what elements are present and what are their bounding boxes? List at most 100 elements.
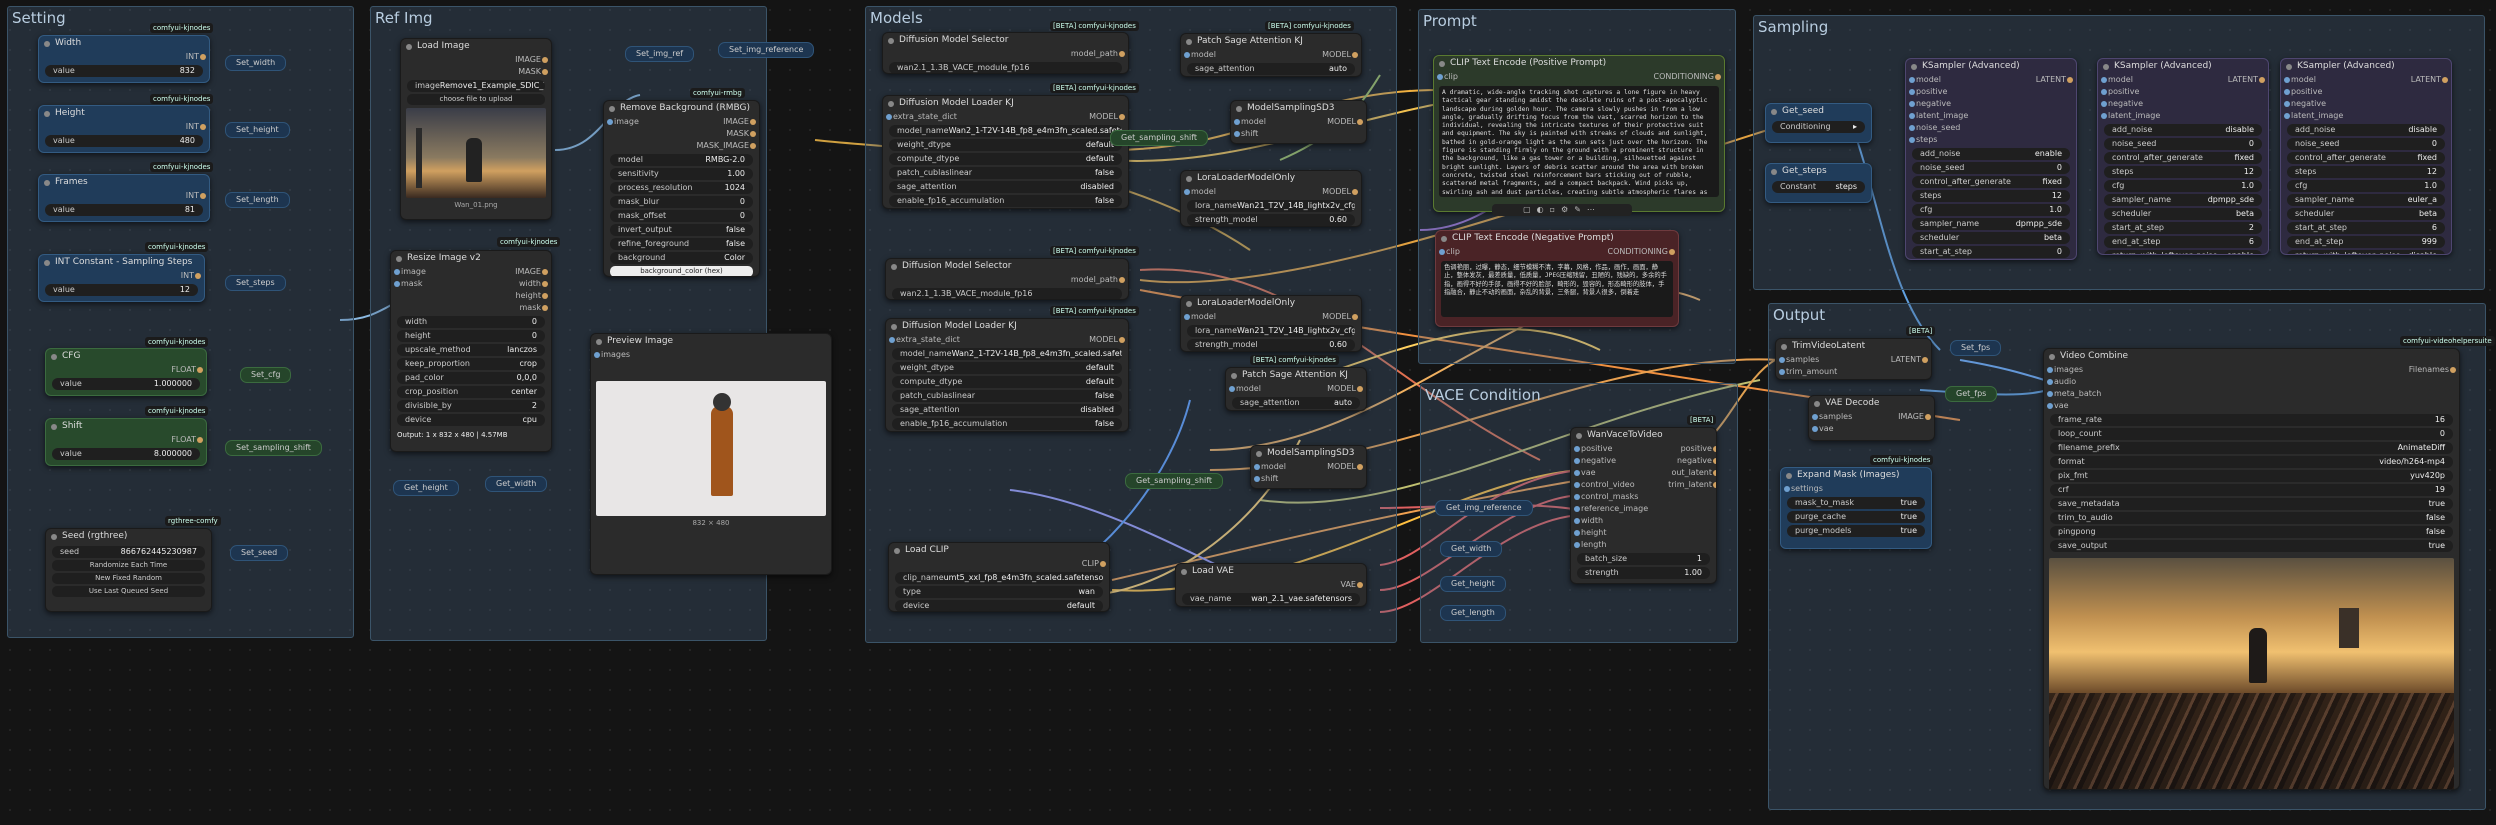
get-width-node[interactable]: Get_width [485, 476, 548, 492]
image-output[interactable]: IMAGE [401, 54, 551, 66]
widget-noise-seed[interactable]: noise_seed 0 [2104, 138, 2262, 150]
constant-widget[interactable]: Conditioning ▸ [1772, 121, 1865, 133]
widget-lora-name[interactable]: lora_nameWan21_T2V_14B_lightx2v_cfg_step… [1187, 200, 1355, 212]
widget-upscale-method[interactable]: upscale_method lanczos [397, 344, 545, 356]
model-path-output[interactable]: model_path [883, 48, 1128, 60]
widget-enable-fp16-accumulation[interactable]: enable_fp16_accumulation false [889, 195, 1122, 207]
model-select[interactable]: wan2.1_1.3B_VACE_module_fp16 [892, 288, 1122, 299]
load-vae-node[interactable]: Load VAE VAE vae_name wan_2.1_vae.safeten… [1175, 563, 1367, 607]
vae-output[interactable]: VAE [1176, 579, 1366, 591]
widget-start-at-step[interactable]: start_at_step 2 [2104, 222, 2262, 234]
widget-weight-dtype[interactable]: weight_dtype default [892, 362, 1122, 374]
reference-image-input[interactable]: reference_image [1571, 503, 1658, 515]
get-sampling-shift-node[interactable]: Get_sampling_shift [1110, 130, 1209, 146]
widget-strength-model[interactable]: strength_model 0.60 [1187, 214, 1355, 226]
set-sampling-shift-node[interactable]: Set_sampling_shift [225, 440, 322, 456]
widget-model-name[interactable]: model_name Wan2_1-T2V-14B_fp8_e4m3fn_scal… [892, 348, 1122, 360]
patch-sage-attention-1[interactable]: Patch Sage Attention KJ model MODEL sage… [1180, 33, 1362, 77]
upload-button[interactable]: choose file to upload [407, 94, 545, 105]
model-path-output[interactable]: model_path [886, 274, 1128, 286]
widget-noise-seed[interactable]: noise_seed 0 [1912, 162, 2070, 174]
widget-patch-cublaslinear[interactable]: patch_cublaslinear false [889, 167, 1122, 179]
width-node[interactable]: Width INT value 832 [38, 35, 210, 83]
trim-video-latent-node[interactable]: TrimVideoLatent LATENT samples trim_amoun… [1775, 338, 1932, 380]
widget-purge-cache[interactable]: purge_cache true [1787, 511, 1925, 523]
widget-compute-dtype[interactable]: compute_dtype default [892, 376, 1122, 388]
vae-input[interactable]: vae [2044, 400, 2459, 412]
clip-output[interactable]: CLIP [889, 558, 1109, 570]
widget-sage-attention[interactable]: sage_attention auto [1187, 63, 1355, 75]
model-input[interactable]: model [2098, 74, 2268, 86]
set-width-node[interactable]: Set_width [225, 55, 287, 71]
ksampler-advanced-2[interactable]: KSampler (Advanced) LATENT model positive… [2097, 58, 2269, 255]
steps-input[interactable]: steps [1906, 134, 2076, 146]
positive-input[interactable]: positive [2098, 86, 2268, 98]
wan-vace-to-video-node[interactable]: WanVaceToVideo positive negative vae contro… [1570, 427, 1717, 584]
frames-node[interactable]: Frames INT value 81 [38, 174, 210, 222]
preview-image-node[interactable]: Preview Image images 832 × 480 [590, 333, 832, 575]
widget-start-at-step[interactable]: start_at_step 0 [1912, 246, 2070, 258]
widget-save-metadata[interactable]: save_metadata true [2050, 498, 2453, 510]
widget-height[interactable]: height 0 [397, 330, 545, 342]
widget-strength[interactable]: strength 1.00 [1577, 567, 1710, 579]
set-fps-node[interactable]: Set_fps [1950, 340, 2002, 356]
set-img-reference-node[interactable]: Set_img_reference [718, 42, 815, 58]
widget-steps[interactable]: steps 12 [2287, 166, 2445, 178]
length-input[interactable]: length [1571, 539, 1658, 551]
widget-pix-fmt[interactable]: pix_fmt yuv420p [2050, 470, 2453, 482]
set-cfg-node[interactable]: Set_cfg [240, 367, 292, 383]
audio-input[interactable]: audio [2044, 376, 2459, 388]
vae-decode-node[interactable]: VAE Decode IMAGE samples vae [1808, 395, 1935, 441]
widget-crf[interactable]: crf 19 [2050, 484, 2453, 496]
widget-keep-proportion[interactable]: keep_proportion crop [397, 358, 545, 370]
cfg-node[interactable]: CFG FLOAT value 1.000000 [45, 348, 207, 396]
widget-cfg[interactable]: cfg 1.0 [2287, 180, 2445, 192]
positive-input[interactable]: positive [2281, 86, 2451, 98]
positive-prompt-node[interactable]: CLIP Text Encode (Positive Prompt) clip … [1433, 55, 1725, 212]
mask-output[interactable]: MASK [604, 128, 759, 140]
widget-cfg[interactable]: cfg 1.0 [1912, 204, 2070, 216]
widget-sage-attention[interactable]: sage_attention auto [1232, 397, 1360, 409]
widget-clip-name[interactable]: clip_name umt5_xxl_fp8_e4m3fn_scaled.safe… [895, 572, 1103, 584]
image-output[interactable]: IMAGE [391, 266, 551, 278]
patch-sage-attention-2[interactable]: Patch Sage Attention KJ model MODEL sage… [1225, 367, 1367, 411]
widget-sensitivity[interactable]: sensitivity 1.00 [610, 168, 753, 180]
negative-prompt-node[interactable]: CLIP Text Encode (Negative Prompt) clip … [1435, 230, 1679, 327]
widget-device[interactable]: device default [895, 600, 1103, 611]
widget-cfg[interactable]: cfg 1.0 [2104, 180, 2262, 192]
negative-prompt-text[interactable]: 色调艳丽，过曝，静态，细节模糊不清，字幕，风格，作品，画作，画面，静止，整体发灰… [1441, 261, 1673, 317]
randomize-button[interactable]: Randomize Each Time [52, 560, 205, 571]
get-width-node[interactable]: Get_width [1440, 541, 1503, 557]
model-select[interactable]: wan2.1_1.3B_VACE_module_fp16 [889, 62, 1122, 73]
images-input[interactable]: images [2044, 364, 2459, 376]
get-height-node[interactable]: Get_height [1440, 576, 1506, 592]
output-port[interactable]: INT [39, 270, 204, 282]
latent-image-input[interactable]: latent_image [2098, 110, 2268, 122]
samples-input[interactable]: samples [1809, 411, 1934, 423]
widget-mask-offset[interactable]: mask_offset 0 [610, 210, 753, 222]
use-last-seed-button[interactable]: Use Last Queued Seed [52, 586, 205, 597]
sampling-steps-node[interactable]: INT Constant - Sampling Steps INT value 1… [38, 254, 205, 302]
ksampler-advanced-3[interactable]: KSampler (Advanced) LATENT model positive… [2280, 58, 2452, 255]
model-output[interactable]: MODEL [1181, 186, 1361, 198]
widget-weight-dtype[interactable]: weight_dtype default [889, 139, 1122, 151]
widget-save-output[interactable]: save_output true [2050, 540, 2453, 552]
seed-widget[interactable]: seed 866762445230987 [52, 546, 205, 558]
widget-compute-dtype[interactable]: compute_dtype default [889, 153, 1122, 165]
widget-add-noise[interactable]: add_noise enable [1912, 148, 2070, 160]
positive-prompt-text[interactable]: A dramatic, wide-angle tracking shot cap… [1439, 86, 1719, 197]
diffusion-model-loader-2[interactable]: Diffusion Model Loader KJ extra_state_di… [885, 318, 1129, 432]
widget-strength-model[interactable]: strength_model 0.60 [1187, 339, 1355, 351]
value-widget[interactable]: value 81 [45, 204, 203, 216]
widget-sampler-name[interactable]: sampler_name dpmpp_sde [2104, 194, 2262, 206]
widget-scheduler[interactable]: scheduler beta [2104, 208, 2262, 220]
model-output[interactable]: MODEL [1226, 383, 1366, 395]
model-output[interactable]: MODEL [883, 111, 1128, 123]
widget-return-with-leftover-noise[interactable]: return_with_leftover_noise disable [2287, 250, 2445, 254]
expand-mask-node[interactable]: Expand Mask (Images) settings mask_to_ma… [1780, 467, 1932, 549]
value-widget[interactable]: value 12 [45, 284, 198, 296]
ksampler-advanced-1[interactable]: KSampler (Advanced) LATENT model positive… [1905, 58, 2077, 260]
positive-output[interactable]: positive [1658, 443, 1716, 455]
widget-steps[interactable]: steps 12 [1912, 190, 2070, 202]
mask-image-output[interactable]: MASK_IMAGE [604, 140, 759, 152]
